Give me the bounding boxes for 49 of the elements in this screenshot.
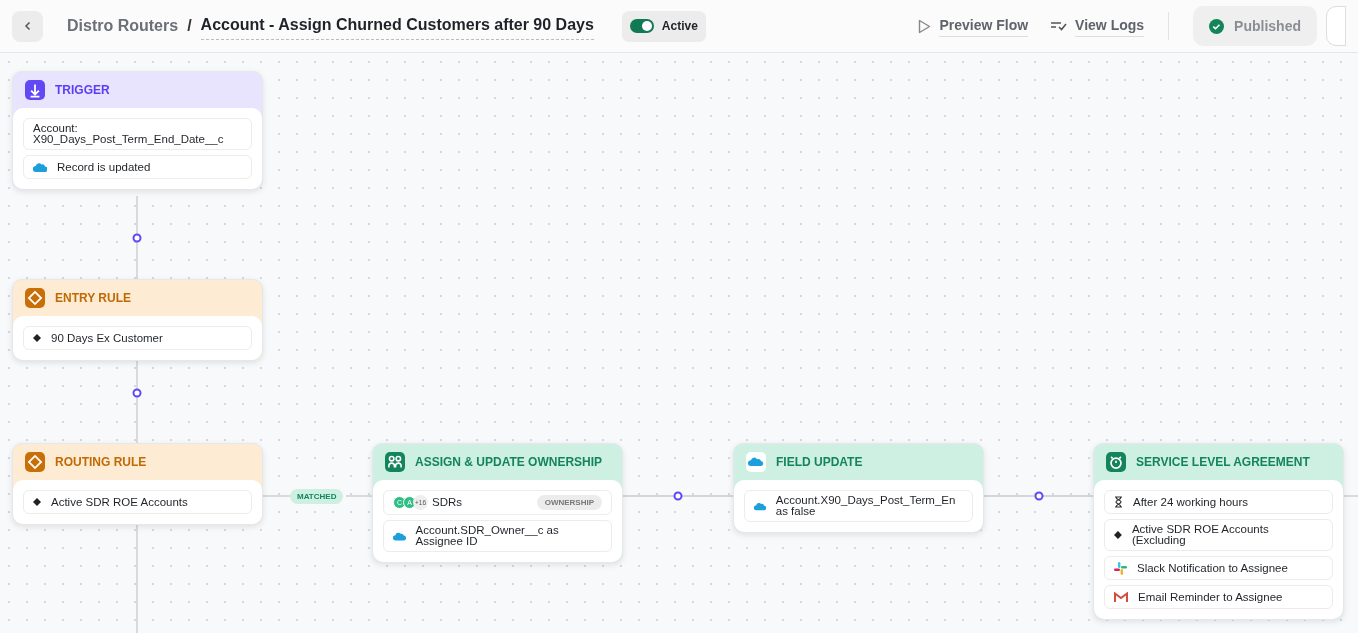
item-label: Active SDR ROE Accounts xyxy=(51,496,188,508)
node-title: ROUTING RULE xyxy=(55,454,147,471)
node-title: TRIGGER xyxy=(55,82,110,99)
active-toggle[interactable]: Active xyxy=(621,10,706,42)
item-label: Email Reminder to Assignee xyxy=(1138,591,1283,603)
chevron-left-icon xyxy=(22,21,33,31)
item-label: 90 Days Ex Customer xyxy=(51,332,163,344)
ownership-tag: OWNERSHIP xyxy=(536,495,602,510)
node-title: ENTRY RULE xyxy=(55,290,131,307)
diamond-icon xyxy=(33,334,41,342)
slack-icon xyxy=(1114,561,1127,575)
diamond-icon xyxy=(1114,531,1122,539)
flow-title[interactable]: Account - Assign Churned Customers after 90 Days xyxy=(200,12,594,40)
diamond-icon xyxy=(33,498,41,506)
check-circle-icon xyxy=(1209,18,1225,34)
node-title: ASSIGN & UPDATE OWNERSHIP xyxy=(415,454,603,471)
item-label: Account.SDR_Owner__c as Assignee ID xyxy=(415,525,560,547)
node-card[interactable]: SERVICE LEVEL AGREEMENT After 24 working hours Active SDR ROE Accounts (Excluding Slack Notification to Assignee Email Reminder to Assignee xyxy=(1093,443,1344,620)
matched-label: MATCHED xyxy=(290,489,344,504)
preview-flow-link[interactable]: Preview Flow xyxy=(939,15,1029,37)
mail-icon xyxy=(1114,591,1128,603)
item-label: Slack Notification to Assignee xyxy=(1137,562,1288,574)
breadcrumb-link[interactable]: Distro Routers xyxy=(67,14,179,38)
item-label: Account.X90_Days_Post_Term_En as false xyxy=(775,495,957,517)
node-title: FIELD UPDATE xyxy=(776,454,863,471)
node-card[interactable]: TRIGGER Account: X90_Days_Post_Term_End_Date__c Record is updated xyxy=(12,71,263,190)
cloud-icon xyxy=(393,531,406,541)
cloud-icon xyxy=(754,501,766,511)
node-card[interactable]: ROUTING RULE Active SDR ROE Accounts xyxy=(12,443,263,525)
node-card[interactable]: ENTRY RULE 90 Days Ex Customer xyxy=(12,279,263,361)
arrow-down-icon xyxy=(25,80,45,100)
people-icon xyxy=(385,452,405,472)
item-label: After 24 working hours xyxy=(1133,496,1249,508)
cloud-icon xyxy=(746,452,766,472)
item-label: Account: X90_Days_Post_Term_End_Date__c xyxy=(33,123,225,145)
play-icon xyxy=(917,18,932,34)
item-label: SDRs xyxy=(432,497,464,508)
breadcrumb-separator: / xyxy=(187,16,192,36)
item-label: Record is updated xyxy=(57,161,151,173)
diamond-icon xyxy=(25,288,45,308)
diamond-icon xyxy=(25,452,45,472)
hourglass-icon xyxy=(1114,496,1123,508)
item-label: Active SDR ROE Accounts (Excluding xyxy=(1131,524,1270,546)
view-logs-link[interactable]: View Logs xyxy=(1075,15,1145,37)
cloud-icon xyxy=(33,162,47,172)
node-title: SERVICE LEVEL AGREEMENT xyxy=(1136,454,1310,471)
list-check-icon xyxy=(1050,21,1068,31)
node-card[interactable]: FIELD UPDATE Account.X90_Days_Post_Term_En as false xyxy=(733,443,984,533)
timer-icon xyxy=(1106,452,1126,472)
